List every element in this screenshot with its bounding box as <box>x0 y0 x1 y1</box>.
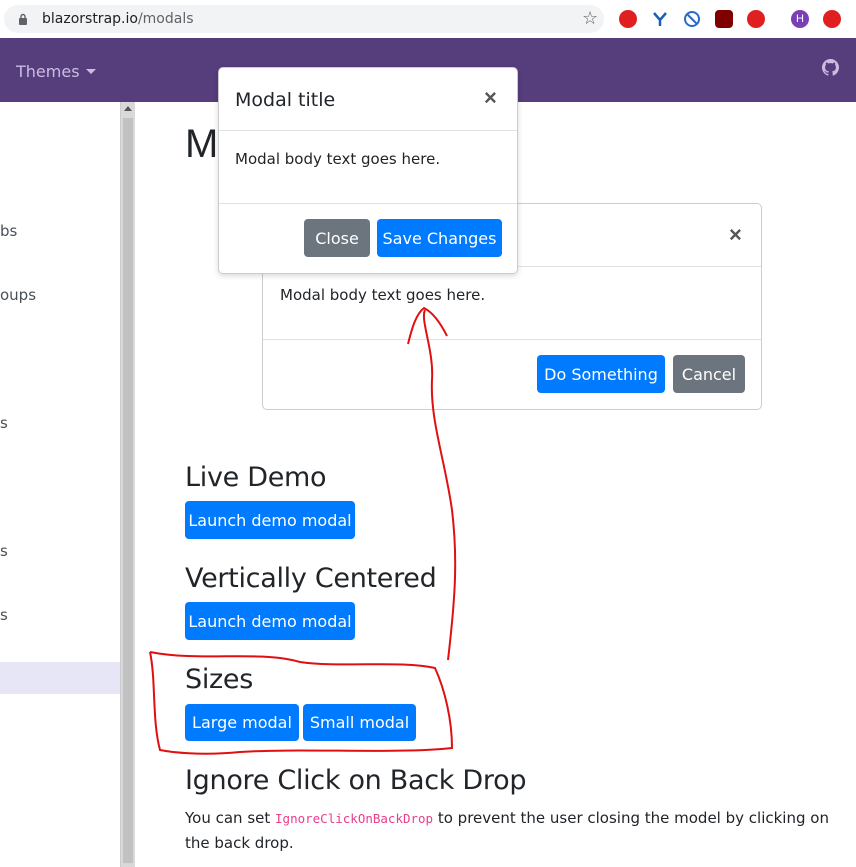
address-bar[interactable]: blazorstrap.io/modals ☆ <box>4 5 604 33</box>
modal-close-button[interactable]: Close <box>304 219 370 257</box>
bookmark-star-icon[interactable]: ☆ <box>582 8 598 29</box>
adblock-icon[interactable] <box>619 10 637 28</box>
section-heading-sizes: Sizes <box>185 664 253 695</box>
extension-y-icon[interactable] <box>651 10 669 28</box>
modal-footer-divider <box>263 339 761 340</box>
upload-extension-icon[interactable] <box>823 10 841 28</box>
section-heading-live-demo: Live Demo <box>185 462 327 493</box>
modal-header-divider <box>219 130 517 131</box>
modal-dialog: Modal title × Modal body text goes here.… <box>218 67 518 274</box>
sidebar-item[interactable]: oups <box>0 286 36 304</box>
close-icon[interactable]: × <box>484 85 497 111</box>
ublock-icon[interactable] <box>715 10 733 28</box>
modal-footer-divider <box>219 203 517 204</box>
code-ignore-click: IgnoreClickOnBackDrop <box>275 811 434 826</box>
profile-avatar[interactable]: H <box>791 10 809 28</box>
sidebar-item[interactable]: s <box>0 542 8 560</box>
themes-dropdown[interactable]: Themes <box>16 62 96 81</box>
scroll-thumb[interactable] <box>123 118 133 863</box>
sidebar-item[interactable]: s <box>0 414 8 432</box>
sidebar-scrollbar[interactable] <box>120 102 135 867</box>
lock-icon <box>19 13 27 25</box>
sidebar-item-active[interactable] <box>0 662 120 694</box>
large-modal-button[interactable]: Large modal <box>185 704 299 741</box>
section-heading-ignore-click: Ignore Click on Back Drop <box>185 765 527 796</box>
modal-title: Modal title <box>235 89 336 111</box>
modal-body-text: Modal body text goes here. <box>235 150 441 168</box>
do-something-button[interactable]: Do Something <box>537 355 665 393</box>
launch-demo-modal-button[interactable]: Launch demo modal <box>185 501 355 539</box>
modal-body-text: Modal body text goes here. <box>280 286 486 304</box>
url-text: blazorstrap.io/modals <box>42 11 194 27</box>
save-changes-button[interactable]: Save Changes <box>377 219 502 257</box>
scroll-up-arrow-icon[interactable] <box>124 106 132 111</box>
sidebar-item[interactable]: s <box>0 606 8 624</box>
caret-down-icon <box>85 69 96 74</box>
page-title: M <box>185 122 219 166</box>
launch-centered-modal-button[interactable]: Launch demo modal <box>185 602 355 640</box>
sidebar: bs oups s s s <box>0 102 120 867</box>
browser-toolbar: blazorstrap.io/modals ☆ H <box>0 0 856 38</box>
close-icon[interactable]: × <box>729 222 742 248</box>
small-modal-button[interactable]: Small modal <box>303 704 416 741</box>
block-icon[interactable] <box>683 10 701 28</box>
section-heading-vertically-centered: Vertically Centered <box>185 563 437 594</box>
ignore-click-description: You can set IgnoreClickOnBackDrop to pre… <box>185 809 829 852</box>
github-icon[interactable] <box>822 59 839 76</box>
cancel-button[interactable]: Cancel <box>673 355 745 393</box>
sidebar-item[interactable]: bs <box>0 222 17 240</box>
stop-hand-icon[interactable] <box>747 10 765 28</box>
